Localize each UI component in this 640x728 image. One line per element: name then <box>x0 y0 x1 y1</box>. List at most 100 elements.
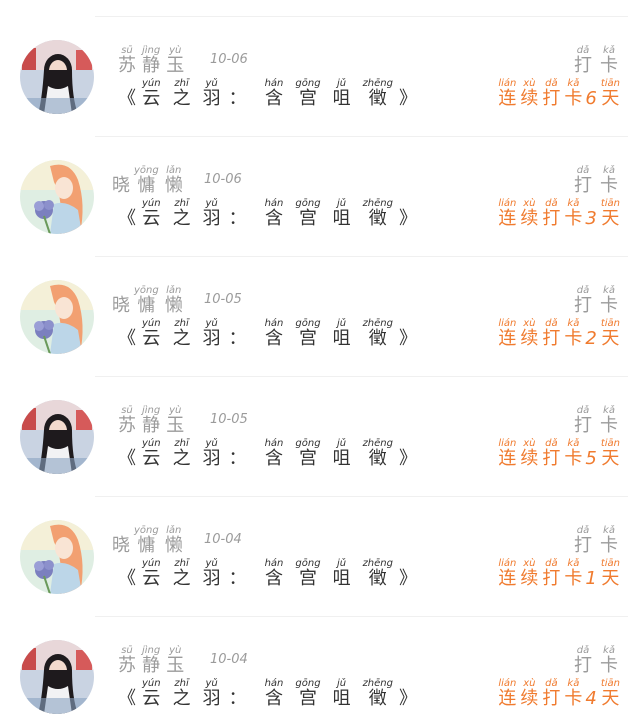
book-title[interactable]: 《 yún 云 zhī 之 yǔ 羽 ： hán 含 gōng 宫 jǔ 咀 zhēng 徵》 <box>118 559 417 589</box>
book-title[interactable]: 《 yún 云 zhī 之 yǔ 羽 ： hán 含 gōng 宫 jǔ 咀 zhēng 徵》 <box>118 199 417 229</box>
avatar[interactable] <box>20 640 94 714</box>
book-title[interactable]: 《 yún 云 zhī 之 yǔ 羽 ： hán 含 gōng 宫 jǔ 咀 zhēng 徵》 <box>118 439 417 469</box>
list-item[interactable]: sū 苏 jìng 静 yù 玉 10-04 《 yún 云 zhī 之 yǔ 羽 ： hán 含 gōng 宫 jǔ… <box>0 600 640 720</box>
hanzi-text: 含 <box>265 688 283 709</box>
book-title[interactable]: 《 yún 云 zhī 之 yǔ 羽 ： hán 含 gōng 宫 jǔ 咀 zhēng 徵》 <box>118 79 417 109</box>
title-char: yún 云 <box>142 79 161 109</box>
list-item[interactable]: sū 苏 jìng 静 yù 玉 10-05 《 yún 云 zhī 之 yǔ 羽 ： hán 含 gōng 宫 jǔ… <box>0 360 640 480</box>
hanzi-text: 卡 <box>564 688 583 709</box>
title-char: zhī 之 <box>173 199 191 229</box>
checkin-label: dǎ 打 kǎ 卡 <box>566 526 618 556</box>
checkin-char: kǎ 卡 <box>600 286 618 316</box>
name-char: yōng 慵 <box>134 286 159 316</box>
hanzi-text: 卡 <box>600 655 618 676</box>
title-open-bracket: 《 <box>118 688 136 709</box>
streak-char: tiān 天 <box>601 79 620 109</box>
name-char: yù 玉 <box>166 646 184 676</box>
hanzi-text: 云 <box>142 688 161 709</box>
title-open-bracket: 《 <box>118 568 136 589</box>
hanzi-text: 连 <box>498 568 517 589</box>
hanzi-text: 咀 <box>332 568 351 589</box>
title-colon: ： <box>228 568 247 589</box>
streak-badge: lián 连 xù 续 dǎ 打 kǎ 卡 4 tiān 天 <box>494 679 620 709</box>
streak-char: kǎ 卡 <box>564 439 582 469</box>
post-date: 10-04 <box>210 652 248 667</box>
painting-icon <box>20 160 94 234</box>
hanzi-text: 玉 <box>166 55 185 76</box>
hanzi-text: 云 <box>142 568 161 589</box>
hanzi-text: 天 <box>601 88 620 109</box>
title-close-bracket: 》 <box>399 88 417 109</box>
hanzi-text: 卡 <box>564 88 583 109</box>
avatar[interactable] <box>20 40 94 114</box>
hanzi-text: 徵 <box>368 448 387 469</box>
user-name[interactable]: sū 苏 jìng 静 yù 玉 <box>118 646 190 676</box>
streak-days: 2 <box>585 328 597 349</box>
book-title[interactable]: 《 yún 云 zhī 之 yǔ 羽 ： hán 含 gōng 宫 jǔ 咀 zhēng 徵》 <box>118 679 417 709</box>
hanzi-text: 懒 <box>164 175 183 196</box>
title-char: zhī 之 <box>173 679 191 709</box>
streak-char: dǎ 打 <box>542 439 560 469</box>
hanzi-text: 续 <box>520 88 539 109</box>
title-char: jǔ 咀 <box>333 559 351 589</box>
streak-char: tiān 天 <box>601 439 620 469</box>
title-close-bracket: 》 <box>399 208 417 229</box>
post-date: 10-06 <box>204 172 242 187</box>
hanzi-text: 之 <box>172 688 191 709</box>
hanzi-text: 打 <box>574 655 592 676</box>
hanzi-text: 卡 <box>600 415 618 436</box>
painting-icon <box>20 520 94 594</box>
title-close-bracket: 》 <box>399 328 417 349</box>
checkin-label: dǎ 打 kǎ 卡 <box>566 166 618 196</box>
streak-days: 4 <box>585 688 597 709</box>
avatar[interactable] <box>20 520 94 594</box>
list-item[interactable]: 晓 yōng 慵 lǎn 懒 10-05 《 yún 云 zhī 之 yǔ 羽 ： hán 含 gōng 宫 jǔ 咀… <box>0 240 640 360</box>
checkin-char: dǎ 打 <box>574 526 592 556</box>
photo-icon <box>20 400 94 474</box>
streak-badge: lián 连 xù 续 dǎ 打 kǎ 卡 3 tiān 天 <box>494 199 620 229</box>
hanzi-text: 羽 <box>202 688 221 709</box>
user-name[interactable]: 晓 yōng 慵 lǎn 懒 <box>112 166 189 196</box>
hanzi-text: 打 <box>574 55 592 76</box>
hanzi-text: 打 <box>542 688 561 709</box>
title-colon: ： <box>228 688 247 709</box>
hanzi-text: 宫 <box>298 328 317 349</box>
list-item[interactable]: 晓 yōng 慵 lǎn 懒 10-06 《 yún 云 zhī 之 yǔ 羽 ： hán 含 gōng 宫 jǔ 咀… <box>0 120 640 240</box>
hanzi-text: 懒 <box>164 295 183 316</box>
hanzi-text: 苏 <box>118 55 136 76</box>
avatar[interactable] <box>20 280 94 354</box>
hanzi-text: 宫 <box>298 568 317 589</box>
hanzi-text: 打 <box>542 328 561 349</box>
user-name[interactable]: 晓 yōng 慵 lǎn 懒 <box>112 526 189 556</box>
list-item[interactable]: sū 苏 jìng 静 yù 玉 10-06 《 yún 云 zhī 之 yǔ 羽 ： hán 含 gōng 宫 jǔ… <box>0 0 640 120</box>
user-name[interactable]: 晓 yōng 慵 lǎn 懒 <box>112 286 189 316</box>
hanzi-text: 卡 <box>564 568 583 589</box>
avatar[interactable] <box>20 400 94 474</box>
list-item[interactable]: 晓 yōng 慵 lǎn 懒 10-04 《 yún 云 zhī 之 yǔ 羽 ： hán 含 gōng 宫 jǔ 咀… <box>0 480 640 600</box>
streak-char: kǎ 卡 <box>564 319 582 349</box>
hanzi-text: 续 <box>520 208 539 229</box>
streak-char: tiān 天 <box>601 679 620 709</box>
user-name[interactable]: sū 苏 jìng 静 yù 玉 <box>118 406 190 436</box>
streak-badge: lián 连 xù 续 dǎ 打 kǎ 卡 6 tiān 天 <box>494 79 620 109</box>
streak-badge: lián 连 xù 续 dǎ 打 kǎ 卡 2 tiān 天 <box>494 319 620 349</box>
post-date: 10-05 <box>204 292 242 307</box>
avatar[interactable] <box>20 160 94 234</box>
checkin-char: kǎ 卡 <box>600 46 618 76</box>
checkin-char: dǎ 打 <box>574 166 592 196</box>
streak-char: kǎ 卡 <box>564 199 582 229</box>
book-title[interactable]: 《 yún 云 zhī 之 yǔ 羽 ： hán 含 gōng 宫 jǔ 咀 zhēng 徵》 <box>118 319 417 349</box>
name-char: 晓 <box>112 535 130 556</box>
streak-char: kǎ 卡 <box>564 79 582 109</box>
name-char: sū 苏 <box>118 646 136 676</box>
hanzi-text: 续 <box>520 328 539 349</box>
hanzi-text: 之 <box>172 568 191 589</box>
streak-char: lián 连 <box>498 679 516 709</box>
streak-days: 5 <box>585 448 597 469</box>
title-close-bracket: 》 <box>399 688 417 709</box>
hanzi-text: 咀 <box>332 688 351 709</box>
user-name[interactable]: sū 苏 jìng 静 yù 玉 <box>118 46 190 76</box>
photo-icon <box>20 640 94 714</box>
title-char: jǔ 咀 <box>333 79 351 109</box>
title-char: zhēng 徵 <box>363 199 393 229</box>
